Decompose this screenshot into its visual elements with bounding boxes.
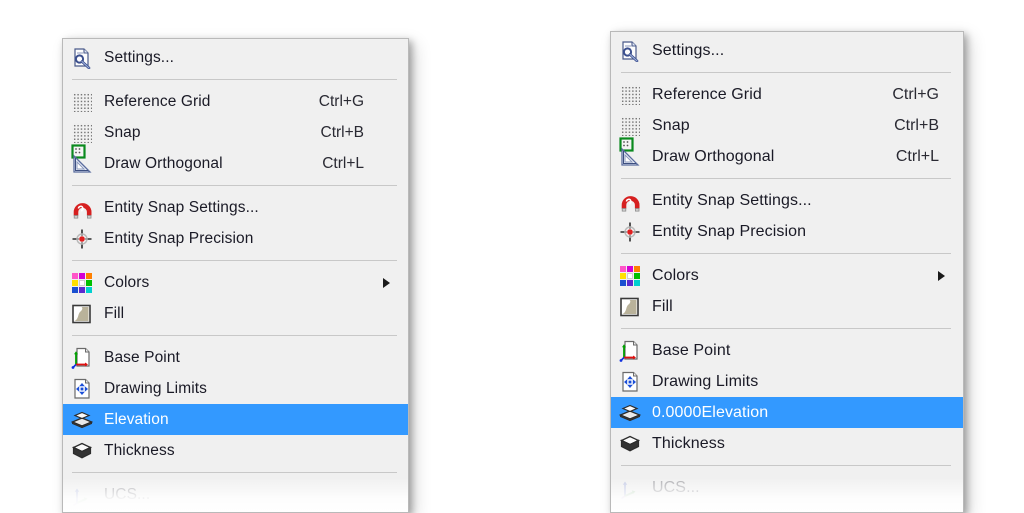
menu-item-label: Colors: [104, 273, 150, 291]
menu-separator: [72, 260, 397, 261]
menu-separator: [621, 178, 951, 179]
menu-item-base-point[interactable]: Base Point: [63, 342, 408, 373]
menu-item-colors[interactable]: Colors: [63, 267, 408, 298]
menu-item-label: Snap: [652, 116, 690, 134]
menu-item-label: UCS...: [652, 478, 700, 496]
menu-separator: [621, 328, 951, 329]
menu-item-label: Drawing Limits: [652, 372, 759, 390]
menu-item-label: Reference Grid: [652, 85, 762, 103]
menu-item-thickness[interactable]: Thickness: [63, 435, 408, 466]
menu-item-colors[interactable]: Colors: [611, 260, 963, 291]
menu-item-entity-snap-settings[interactable]: Entity Snap Settings...: [611, 185, 963, 216]
menu-separator: [72, 79, 397, 80]
menu-item-entity-snap-precision[interactable]: Entity Snap Precision: [63, 223, 408, 254]
crosshair-target-icon: [71, 228, 93, 250]
settings-page-icon: [619, 40, 641, 62]
settings-page-icon: [71, 47, 93, 69]
menu-item-shortcut: Ctrl+G: [318, 92, 364, 110]
right-context-menu[interactable]: Settings... Reference Grid Ctrl+G Snap Ctrl+…: [610, 31, 964, 513]
magnet-icon: [71, 197, 93, 219]
menu-item-base-point[interactable]: Base Point: [611, 335, 963, 366]
menu-item-ucs[interactable]: UCS...: [63, 479, 408, 510]
ucs-icon: [619, 477, 641, 499]
screenshot-stage: Settings... Reference Grid Ctrl+G Snap Ctrl+…: [0, 0, 1024, 513]
submenu-arrow-icon: [383, 277, 390, 288]
menu-item-snap[interactable]: Snap Ctrl+B: [63, 117, 408, 159]
menu-item-label: Entity Snap Settings...: [652, 191, 812, 209]
menu-separator: [72, 472, 397, 473]
magnet-icon: [619, 190, 641, 212]
menu-item-label: Entity Snap Precision: [104, 229, 254, 247]
base-point-icon: [71, 347, 93, 369]
elevation-icon: [619, 402, 641, 424]
menu-item-label: Thickness: [652, 434, 725, 452]
menu-item-label: Fill: [652, 297, 673, 315]
menu-item-shortcut: Ctrl+B: [320, 123, 365, 141]
menu-item-shortcut: Ctrl+B: [894, 116, 939, 134]
menu-item-fill[interactable]: Fill: [63, 298, 408, 329]
menu-item-label: Thickness: [104, 441, 175, 459]
snap-icon: [619, 115, 641, 152]
thickness-icon: [619, 433, 641, 455]
menu-item-drawing-limits[interactable]: Drawing Limits: [611, 366, 963, 397]
ucs-icon: [71, 484, 93, 506]
crosshair-target-icon: [619, 221, 641, 243]
drawing-limits-icon: [619, 371, 641, 393]
menu-item-label: Snap: [104, 123, 141, 141]
elevation-icon: [71, 409, 93, 431]
menu-item-shortcut: Ctrl+L: [895, 147, 939, 165]
menu-item-reference-grid[interactable]: Reference Grid Ctrl+G: [611, 79, 963, 110]
menu-item-ucs[interactable]: UCS...: [611, 472, 963, 503]
menu-item-shortcut: Ctrl+G: [892, 85, 939, 103]
menu-separator: [621, 72, 951, 73]
menu-item-label: Settings...: [104, 48, 175, 66]
menu-item-settings[interactable]: Settings...: [611, 35, 963, 66]
menu-item-label: Elevation: [104, 410, 169, 428]
menu-item-drawing-limits[interactable]: Drawing Limits: [63, 373, 408, 404]
draw-orthogonal-icon: [71, 153, 93, 175]
menu-item-label: Colors: [652, 266, 699, 284]
fill-icon: [619, 296, 641, 318]
menu-item-draw-orthogonal[interactable]: Draw Orthogonal Ctrl+L: [63, 148, 408, 179]
fill-icon: [71, 303, 93, 325]
menu-item-thickness[interactable]: Thickness: [611, 428, 963, 459]
menu-item-reference-grid[interactable]: Reference Grid Ctrl+G: [63, 86, 408, 117]
menu-item-label: 0.0000Elevation: [652, 403, 769, 421]
menu-separator: [72, 335, 397, 336]
menu-item-snap[interactable]: Snap Ctrl+B: [611, 110, 963, 152]
menu-item-label: UCS...: [104, 485, 151, 503]
left-context-menu[interactable]: Settings... Reference Grid Ctrl+G Snap Ctrl+…: [62, 38, 409, 513]
thickness-icon: [71, 440, 93, 462]
menu-item-entity-snap-precision[interactable]: Entity Snap Precision: [611, 216, 963, 247]
menu-item-0-0000elevation[interactable]: 0.0000Elevation: [611, 397, 963, 428]
menu-item-settings[interactable]: Settings...: [63, 42, 408, 73]
menu-item-label: Reference Grid: [104, 92, 211, 110]
reference-grid-icon: [71, 91, 93, 113]
menu-item-label: Draw Orthogonal: [652, 147, 775, 165]
menu-item-label: Base Point: [652, 341, 731, 359]
draw-orthogonal-icon: [619, 146, 641, 168]
colors-palette-icon: [619, 265, 641, 287]
menu-item-entity-snap-settings[interactable]: Entity Snap Settings...: [63, 192, 408, 223]
reference-grid-icon: [619, 84, 641, 106]
menu-separator: [621, 253, 951, 254]
menu-item-label: Base Point: [104, 348, 180, 366]
submenu-arrow-icon: [938, 270, 945, 281]
drawing-limits-icon: [71, 378, 93, 400]
menu-item-label: Entity Snap Precision: [652, 222, 807, 240]
menu-item-label: Entity Snap Settings...: [104, 198, 259, 216]
menu-item-shortcut: Ctrl+L: [322, 154, 364, 172]
menu-item-label: Settings...: [652, 41, 725, 59]
menu-separator: [621, 465, 951, 466]
menu-item-label: Draw Orthogonal: [104, 154, 223, 172]
menu-item-fill[interactable]: Fill: [611, 291, 963, 322]
menu-item-draw-orthogonal[interactable]: Draw Orthogonal Ctrl+L: [611, 141, 963, 172]
menu-separator: [72, 185, 397, 186]
base-point-icon: [619, 340, 641, 362]
menu-item-label: Fill: [104, 304, 125, 322]
colors-palette-icon: [71, 272, 93, 294]
menu-item-elevation[interactable]: Elevation: [63, 404, 408, 435]
menu-item-label: Drawing Limits: [104, 379, 208, 397]
snap-icon: [71, 122, 93, 159]
